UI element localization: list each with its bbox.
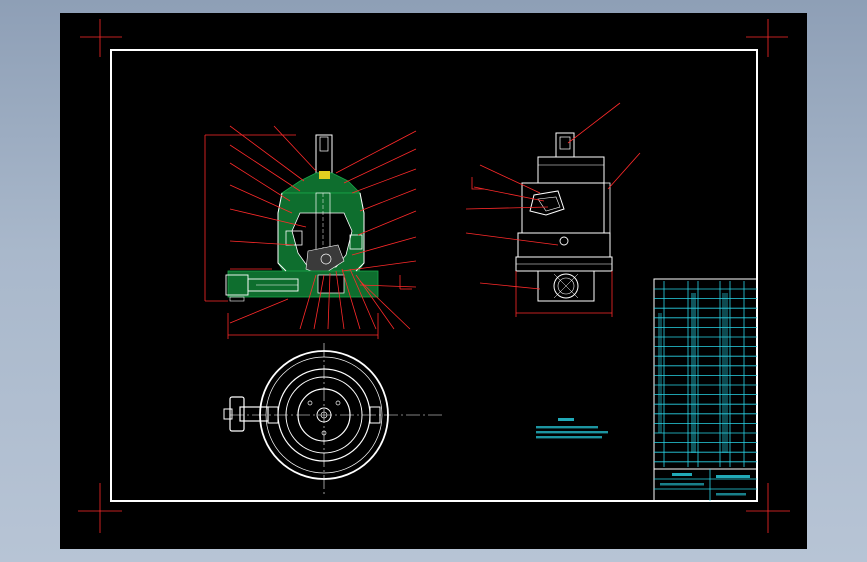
crosshair-marks [78, 19, 790, 533]
technical-notes [536, 418, 608, 439]
title-block [653, 278, 758, 502]
side-view [465, 102, 641, 317]
plan-view [223, 343, 442, 497]
front-section-view [204, 125, 417, 339]
drawing-canvas [78, 19, 790, 533]
crosshair-icon [746, 19, 788, 57]
crosshair-icon [78, 483, 122, 533]
cad-viewport[interactable] [60, 13, 807, 549]
crosshair-icon [80, 19, 122, 57]
crosshair-icon [746, 483, 790, 533]
